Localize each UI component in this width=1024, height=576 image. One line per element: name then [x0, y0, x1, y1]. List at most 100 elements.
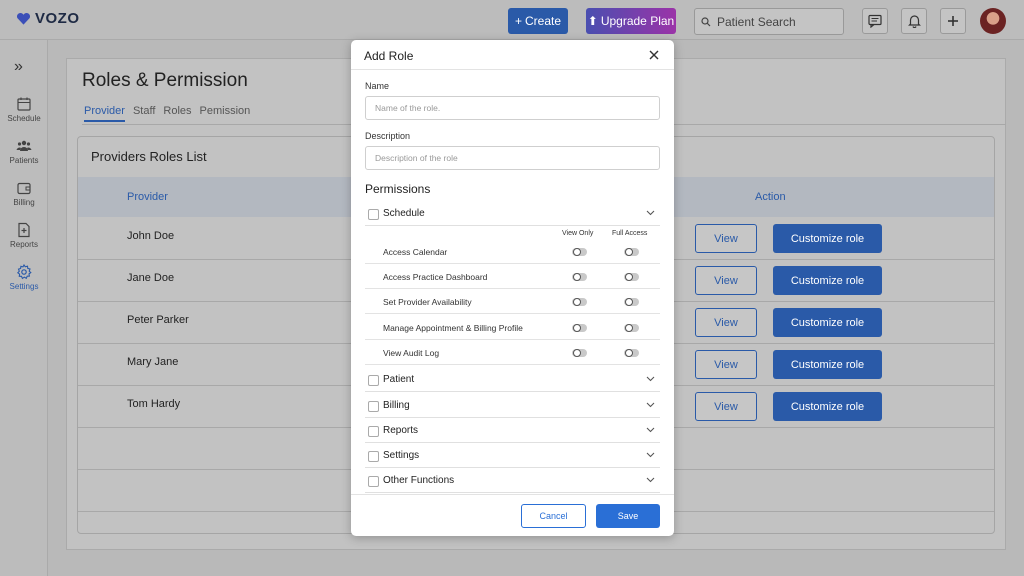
sidebar-item-schedule[interactable]: Schedule [0, 96, 48, 123]
top-bar: VOZO + Create ⬆ Upgrade Plan Patient Sea… [0, 0, 1024, 40]
provider-name: Peter Parker [127, 314, 189, 326]
messages-button[interactable] [862, 8, 888, 34]
group-label: Settings [383, 450, 420, 461]
close-icon[interactable] [647, 48, 661, 62]
role-name-input[interactable]: Name of the role. [365, 96, 660, 120]
permission-group-patient[interactable]: Patient [365, 367, 660, 392]
plus-icon [948, 16, 958, 26]
schedule-checkbox[interactable] [368, 209, 379, 220]
customize-role-button[interactable]: Customize role [773, 224, 882, 253]
group-label: Billing [383, 400, 410, 411]
role-description-placeholder: Description of the role [375, 153, 458, 163]
permission-row: View Audit Log [365, 340, 660, 365]
chevron-down-icon[interactable] [646, 402, 655, 408]
permission-group-schedule[interactable]: Schedule [365, 201, 660, 226]
permission-group-other-functions[interactable]: Other Functions [365, 468, 660, 493]
permission-label: Manage Appointment & Billing Profile [383, 323, 523, 333]
sidebar-item-label: Patients [9, 156, 39, 165]
settings-checkbox[interactable] [368, 451, 379, 462]
permission-group-settings[interactable]: Settings [365, 443, 660, 468]
create-button-label: Create [524, 14, 562, 28]
description-label: Description [365, 131, 411, 141]
group-label: Patient [383, 374, 415, 385]
role-description-input[interactable]: Description of the role [365, 146, 660, 170]
view-button[interactable]: View [695, 392, 757, 421]
upgrade-plan-label: Upgrade Plan [600, 14, 675, 28]
billing-checkbox[interactable] [368, 401, 379, 412]
view-button[interactable]: View [695, 350, 757, 379]
add-button[interactable] [940, 8, 966, 34]
provider-name: Mary Jane [127, 356, 179, 368]
patient-checkbox[interactable] [368, 375, 379, 386]
add-role-modal: Add Role Name Name of the role. Descript… [351, 40, 674, 536]
view-button[interactable]: View [695, 224, 757, 253]
sidebar: » Schedule Patients Billing Reports Sett… [0, 40, 48, 576]
search-icon [701, 16, 711, 26]
permission-group-billing[interactable]: Billing [365, 393, 660, 418]
permissions-title: Permissions [365, 182, 431, 196]
sidebar-item-billing[interactable]: Billing [0, 180, 48, 207]
save-button[interactable]: Save [596, 504, 660, 528]
permission-label: Access Calendar [383, 247, 448, 257]
customize-role-button[interactable]: Customize role [773, 266, 882, 295]
app-logo[interactable]: VOZO [16, 10, 80, 27]
sidebar-item-label: Schedule [7, 114, 41, 123]
view-button[interactable]: View [695, 308, 757, 337]
name-label: Name [365, 81, 390, 91]
permission-group-reports[interactable]: Reports [365, 418, 660, 443]
tab-roles[interactable]: Roles [163, 105, 191, 122]
patient-search-input[interactable]: Patient Search [694, 8, 844, 35]
upgrade-plan-button[interactable]: ⬆ Upgrade Plan [586, 8, 676, 34]
sidebar-item-reports[interactable]: Reports [0, 222, 48, 249]
permission-row: Set Provider Availability [365, 289, 660, 314]
cancel-button[interactable]: Cancel [521, 504, 586, 528]
other-functions-checkbox[interactable] [368, 476, 379, 487]
full-access-toggle[interactable] [624, 324, 639, 332]
calendar-icon [17, 97, 31, 111]
list-title: Providers Roles List [91, 149, 207, 164]
customize-role-button[interactable]: Customize role [773, 308, 882, 337]
view-only-toggle[interactable] [572, 349, 587, 357]
column-view-only: View Only [562, 230, 594, 237]
chevron-down-icon[interactable] [646, 376, 655, 382]
full-access-toggle[interactable] [624, 298, 639, 306]
view-button[interactable]: View [695, 266, 757, 295]
tab-provider[interactable]: Provider [84, 105, 125, 122]
users-icon [16, 140, 32, 151]
view-only-toggle[interactable] [572, 298, 587, 306]
column-header-action: Action [755, 191, 786, 203]
upload-arrow-icon: ⬆ [587, 14, 598, 28]
full-access-toggle[interactable] [624, 273, 639, 281]
logo-heart-icon [16, 12, 31, 25]
permission-label: Set Provider Availability [383, 297, 472, 307]
customize-role-button[interactable]: Customize role [773, 350, 882, 379]
view-only-toggle[interactable] [572, 324, 587, 332]
view-only-toggle[interactable] [572, 273, 587, 281]
chevron-down-icon[interactable] [646, 477, 655, 483]
chevron-down-icon[interactable] [646, 452, 655, 458]
column-header-provider: Provider [127, 191, 168, 203]
sidebar-item-settings[interactable]: Settings [0, 264, 48, 291]
bell-icon [907, 15, 921, 28]
customize-role-button[interactable]: Customize role [773, 392, 882, 421]
full-access-toggle[interactable] [624, 349, 639, 357]
reports-checkbox[interactable] [368, 426, 379, 437]
provider-name: John Doe [127, 230, 175, 242]
group-label: Schedule [383, 208, 425, 219]
tab-staff[interactable]: Staff [133, 105, 155, 122]
app-logo-text: VOZO [35, 10, 80, 27]
sidebar-item-label: Settings [9, 282, 39, 291]
expand-sidebar-icon[interactable]: » [14, 58, 23, 76]
role-name-placeholder: Name of the role. [375, 103, 441, 113]
sidebar-item-patients[interactable]: Patients [0, 138, 48, 165]
view-only-toggle[interactable] [572, 248, 587, 256]
create-button[interactable]: + Create [508, 8, 568, 34]
full-access-toggle[interactable] [624, 248, 639, 256]
patient-search-placeholder: Patient Search [717, 14, 796, 29]
modal-title: Add Role [364, 49, 414, 63]
user-avatar[interactable] [980, 8, 1006, 34]
tab-permission[interactable]: Pemission [200, 105, 251, 122]
chevron-down-icon[interactable] [646, 210, 655, 216]
chevron-down-icon[interactable] [646, 427, 655, 433]
notifications-button[interactable] [901, 8, 927, 34]
